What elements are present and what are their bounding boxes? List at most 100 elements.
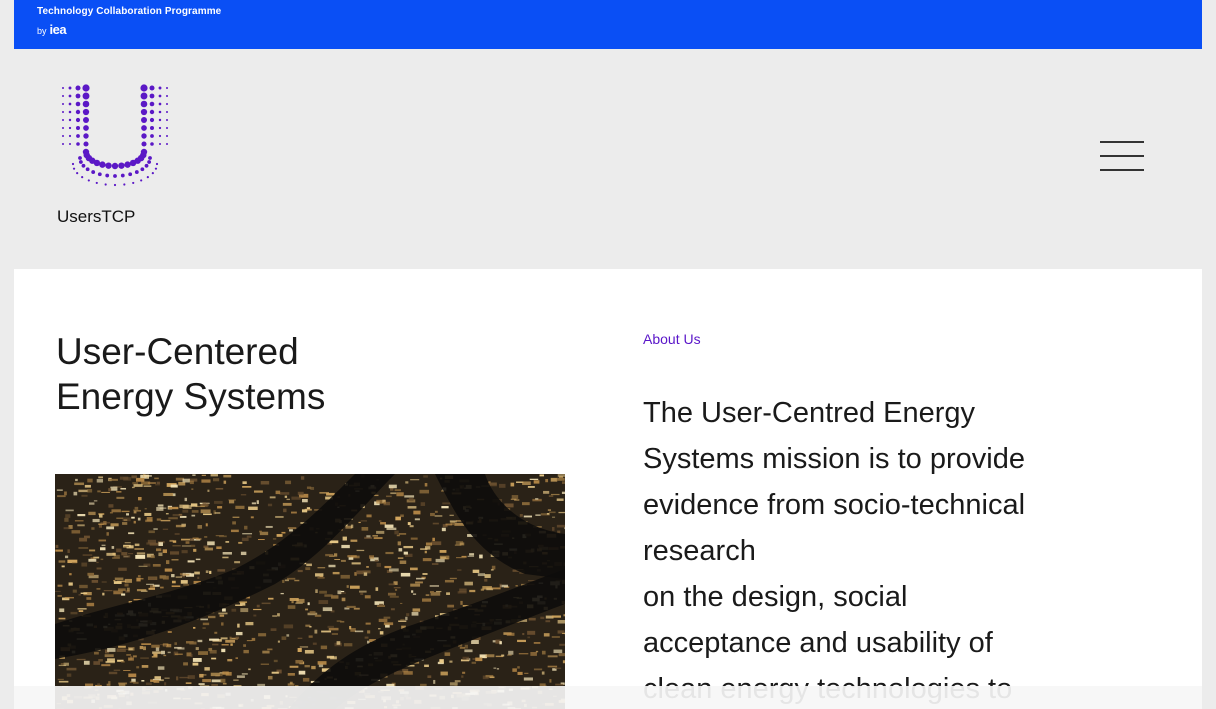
city-light [439, 550, 447, 553]
city-light [235, 631, 243, 636]
mission-text: The User-Centred Energy Systems mission … [643, 390, 1113, 709]
city-light [277, 640, 280, 643]
city-light [416, 577, 425, 580]
logo-dot [149, 93, 155, 99]
city-light [243, 644, 247, 647]
city-light [187, 675, 195, 679]
mission-line: The User-Centred Energy [643, 397, 976, 429]
city-light [57, 584, 63, 587]
city-light [276, 534, 283, 537]
city-light [489, 676, 495, 679]
logo-dot [62, 143, 64, 145]
logo-dot [72, 167, 76, 170]
city-light [376, 562, 381, 567]
city-light [261, 602, 271, 605]
logo-dot [158, 110, 162, 114]
city-light [317, 661, 327, 665]
logo-dot [124, 161, 131, 168]
logo-dot [85, 167, 90, 172]
city-light [308, 635, 313, 638]
city-light [156, 507, 164, 511]
menu-line-3 [1100, 169, 1144, 171]
city-light [58, 617, 66, 620]
city-light [65, 509, 74, 512]
city-light [517, 639, 526, 643]
city-light [64, 517, 69, 522]
city-light [479, 554, 483, 559]
userstcp-logo[interactable] [56, 82, 174, 192]
city-light [94, 651, 99, 655]
city-light [55, 549, 63, 552]
city-light [55, 544, 59, 548]
city-light [108, 681, 111, 685]
city-light [384, 524, 394, 528]
city-light [157, 666, 165, 670]
city-light [275, 515, 284, 518]
city-light [378, 519, 382, 523]
city-light [240, 551, 247, 556]
city-light [389, 595, 399, 598]
city-light [191, 510, 199, 513]
city-light [411, 612, 419, 616]
city-light [302, 498, 308, 503]
logo-dot [132, 181, 135, 185]
by-iea-link[interactable]: by iea [37, 22, 67, 37]
city-light [464, 581, 473, 586]
logo-dot [71, 162, 75, 166]
logo-dot [78, 160, 83, 164]
logo-dot [158, 142, 162, 146]
city-light [235, 604, 243, 606]
city-light [198, 651, 209, 655]
city-light [207, 489, 210, 492]
logo-dot [166, 87, 168, 89]
logo-dot [123, 183, 126, 186]
city-light [57, 595, 62, 597]
city-light [512, 668, 517, 672]
city-light [175, 576, 183, 578]
city-light [314, 614, 322, 617]
city-light [154, 676, 161, 679]
logo-dot [62, 103, 64, 105]
city-light [326, 492, 335, 496]
hamburger-menu-button[interactable] [1096, 135, 1146, 181]
city-light [153, 528, 158, 530]
city-light [394, 489, 401, 492]
city-light [192, 474, 196, 476]
city-light [245, 621, 254, 626]
city-light [100, 521, 110, 524]
city-light [160, 586, 164, 589]
city-light [170, 484, 178, 488]
logo-dot [120, 173, 125, 178]
city-light [490, 569, 494, 571]
city-light [328, 564, 336, 568]
city-light [248, 506, 258, 510]
city-light [191, 488, 194, 490]
city-light [431, 563, 439, 565]
city-light [81, 562, 88, 567]
page-title: User-Centered Energy Systems [56, 329, 476, 419]
city-light [340, 559, 346, 562]
city-light [59, 608, 65, 613]
city-light [179, 504, 189, 509]
logo-dot [78, 156, 82, 160]
city-light [128, 673, 137, 678]
city-light [547, 655, 558, 658]
city-light [124, 542, 131, 544]
logo-dot [150, 142, 154, 146]
city-light [101, 664, 111, 667]
city-light [449, 520, 457, 523]
city-light [77, 514, 86, 517]
city-light [81, 494, 88, 497]
city-light [562, 660, 565, 664]
city-light [493, 667, 497, 669]
city-light [291, 601, 294, 604]
city-light [148, 577, 156, 580]
city-light [395, 516, 401, 521]
city-light [517, 671, 523, 675]
city-light [168, 517, 178, 520]
city-light [541, 650, 546, 655]
brand-name[interactable]: UsersTCP [57, 207, 135, 227]
city-light [199, 673, 204, 678]
city-light [77, 524, 85, 527]
city-light [522, 502, 530, 506]
